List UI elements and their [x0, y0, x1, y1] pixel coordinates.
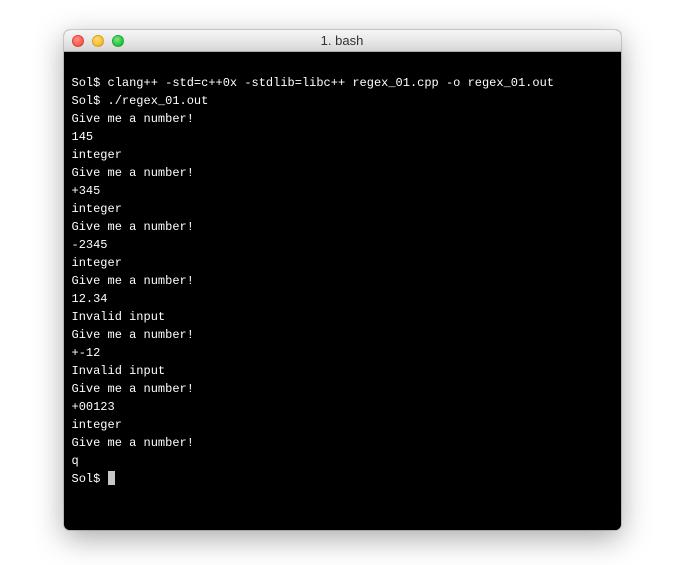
terminal-line: Give me a number!	[72, 274, 194, 288]
terminal-line: Give me a number!	[72, 382, 194, 396]
terminal-line: q	[72, 454, 79, 468]
terminal-line: 145	[72, 130, 94, 144]
terminal-line: Invalid input	[72, 310, 166, 324]
terminal-line: integer	[72, 202, 122, 216]
terminal-line: Give me a number!	[72, 112, 194, 126]
terminal-body[interactable]: Sol$ clang++ -std=c++0x -stdlib=libc++ r…	[64, 52, 621, 530]
minimize-icon[interactable]	[92, 35, 104, 47]
terminal-line: Sol$ ./regex_01.out	[72, 94, 209, 108]
terminal-line: +00123	[72, 400, 115, 414]
terminal-line: 12.34	[72, 292, 108, 306]
terminal-line: +345	[72, 184, 101, 198]
terminal-line: integer	[72, 256, 122, 270]
terminal-line: integer	[72, 148, 122, 162]
terminal-line: +-12	[72, 346, 101, 360]
cursor-icon	[108, 471, 115, 485]
terminal-line: integer	[72, 418, 122, 432]
terminal-line: Give me a number!	[72, 166, 194, 180]
close-icon[interactable]	[72, 35, 84, 47]
terminal-line: Give me a number!	[72, 220, 194, 234]
maximize-icon[interactable]	[112, 35, 124, 47]
title-bar: 1. bash	[64, 30, 621, 52]
window-title: 1. bash	[64, 33, 621, 48]
terminal-line: Sol$	[72, 472, 108, 486]
terminal-line: Invalid input	[72, 364, 166, 378]
terminal-window: 1. bash Sol$ clang++ -std=c++0x -stdlib=…	[64, 30, 621, 530]
terminal-line: Give me a number!	[72, 436, 194, 450]
traffic-lights	[72, 35, 124, 47]
terminal-line: Give me a number!	[72, 328, 194, 342]
terminal-line: Sol$ clang++ -std=c++0x -stdlib=libc++ r…	[72, 76, 554, 90]
terminal-line: -2345	[72, 238, 108, 252]
